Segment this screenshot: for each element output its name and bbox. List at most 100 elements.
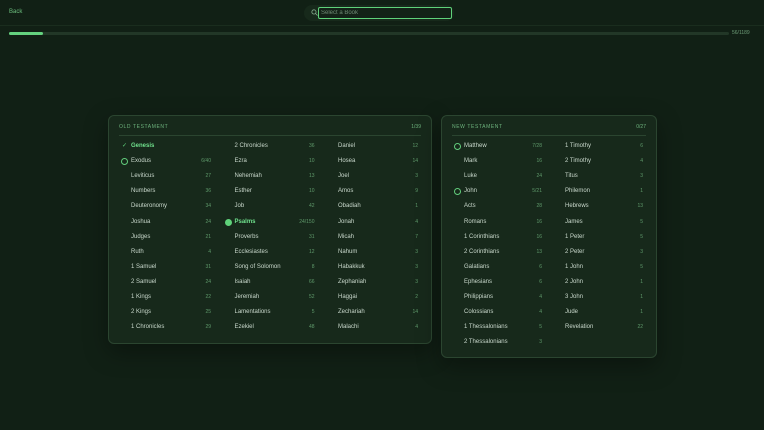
book-item-zechariah[interactable]: Zechariah 14 [328, 307, 418, 320]
chapter-count: 28 [536, 203, 542, 210]
book-name: Obadiah [338, 203, 361, 210]
chapter-count: 27 [205, 173, 211, 180]
book-item-lamentations[interactable]: Lamentations 5 [225, 307, 315, 320]
book-name: Ecclesiastes [234, 248, 268, 255]
book-item-matthew[interactable]: Matthew 7/28 [454, 141, 542, 154]
book-name: Colossians [464, 309, 494, 316]
book-item-1-thessalonians[interactable]: 1 Thessalonians 5 [454, 322, 542, 335]
book-item-2-chronicles[interactable]: 2 Chronicles 36 [225, 141, 315, 154]
chapter-count: 4 [539, 294, 542, 300]
book-item-revelation[interactable]: Revelation 22 [555, 322, 643, 335]
book-name: Malachi [338, 324, 359, 331]
book-name: Nahum [338, 248, 358, 255]
old-testament-panel: OLD TESTAMENT 1/39 ✓ Genesis Exodus 6/40 Lev… [108, 115, 432, 344]
back-button[interactable]: Back [9, 9, 22, 15]
book-item-nahum[interactable]: Nahum 3 [328, 247, 418, 260]
book-item-acts[interactable]: Acts 28 [454, 201, 542, 214]
book-item-john[interactable]: John 5/21 [454, 186, 542, 199]
check-icon: ✓ [121, 143, 128, 149]
book-item-numbers[interactable]: Numbers 36 [121, 186, 211, 199]
book-item-exodus[interactable]: Exodus 6/40 [121, 156, 211, 169]
book-item-judges[interactable]: Judges 21 [121, 232, 211, 245]
book-item-zephaniah[interactable]: Zephaniah 3 [328, 277, 418, 290]
chapter-count: 66 [308, 278, 315, 285]
book-item-philippians[interactable]: Philippians 4 [454, 292, 542, 305]
chapter-count: 13 [536, 248, 542, 255]
book-item-james[interactable]: James 5 [555, 217, 643, 230]
book-item-obadiah[interactable]: Obadiah 1 [328, 201, 418, 214]
book-item-jeremiah[interactable]: Jeremiah 52 [225, 292, 315, 305]
book-item-1-corinthians[interactable]: 1 Corinthians 16 [454, 232, 542, 245]
book-name: John [464, 188, 478, 195]
chapter-count: 22 [205, 294, 211, 300]
chapter-count: 1 [640, 309, 643, 316]
book-item-hebrews[interactable]: Hebrews 13 [555, 201, 643, 214]
book-name: 1 Peter [565, 233, 585, 240]
book-item-jonah[interactable]: Jonah 4 [328, 217, 418, 230]
book-item-luke[interactable]: Luke 24 [454, 171, 542, 184]
book-item-micah[interactable]: Micah 7 [328, 232, 418, 245]
book-name: Mark [464, 158, 478, 165]
book-name: Luke [464, 173, 478, 180]
book-item-1-samuel[interactable]: 1 Samuel 31 [121, 262, 211, 275]
chapter-count: 1 [640, 294, 643, 300]
chapter-count: 5 [640, 233, 643, 240]
book-item-1-chronicles[interactable]: 1 Chronicles 29 [121, 322, 211, 335]
book-item-amos[interactable]: Amos 9 [328, 186, 418, 199]
book-item-ruth[interactable]: Ruth 4 [121, 247, 211, 260]
book-item-2-corinthians[interactable]: 2 Corinthians 13 [454, 247, 542, 260]
book-item-3-john[interactable]: 3 John 1 [555, 292, 643, 305]
book-item-ezekiel[interactable]: Ezekiel 48 [225, 322, 315, 335]
book-name: Joel [338, 173, 350, 180]
book-item-ezra[interactable]: Ezra 10 [225, 156, 315, 169]
book-item-colossians[interactable]: Colossians 4 [454, 307, 542, 320]
book-item-2-john[interactable]: 2 John 1 [555, 277, 643, 290]
chapter-count: 8 [311, 263, 315, 270]
chapter-count: 2 [415, 294, 418, 300]
book-item-1-peter[interactable]: 1 Peter 5 [555, 232, 643, 245]
book-item-psalms[interactable]: Psalms 24/150 [224, 217, 315, 230]
book-item-1-timothy[interactable]: 1 Timothy 6 [555, 141, 643, 154]
book-item-genesis[interactable]: ✓ Genesis [121, 141, 211, 154]
book-item-isaiah[interactable]: Isaiah 66 [225, 277, 315, 290]
book-item-habakkuk[interactable]: Habakkuk 3 [328, 262, 418, 275]
book-item-leviticus[interactable]: Leviticus 27 [121, 171, 211, 184]
book-name: Daniel [338, 143, 356, 149]
chapter-count: 12 [412, 143, 418, 149]
book-item-ephesians[interactable]: Ephesians 6 [454, 277, 542, 290]
book-item-haggai[interactable]: Haggai 2 [328, 292, 418, 305]
book-item-2-timothy[interactable]: 2 Timothy 4 [555, 156, 643, 169]
book-item-proverbs[interactable]: Proverbs 31 [225, 232, 315, 245]
book-item-joel[interactable]: Joel 3 [328, 171, 418, 184]
book-item-joshua[interactable]: Joshua 24 [121, 217, 211, 230]
book-item-2-peter[interactable]: 2 Peter 3 [555, 247, 643, 260]
book-name: Revelation [565, 324, 594, 331]
book-item-2-kings[interactable]: 2 Kings 25 [121, 307, 211, 320]
book-item-2-samuel[interactable]: 2 Samuel 24 [121, 277, 211, 290]
search-input[interactable] [318, 7, 452, 19]
book-item-song-of-solomon[interactable]: Song of Solomon 8 [225, 262, 315, 275]
book-item-2-thessalonians[interactable]: 2 Thessalonians 3 [454, 337, 542, 350]
chapter-count: 24 [205, 278, 211, 285]
book-item-philemon[interactable]: Philemon 1 [555, 186, 643, 199]
book-item-hosea[interactable]: Hosea 14 [328, 156, 418, 169]
book-item-esther[interactable]: Esther 10 [225, 186, 315, 199]
book-item-1-kings[interactable]: 1 Kings 22 [121, 292, 211, 305]
book-name: 2 John [565, 278, 584, 285]
book-item-1-john[interactable]: 1 John 5 [555, 262, 643, 275]
book-item-jude[interactable]: Jude 1 [555, 307, 643, 320]
chapter-count: 4 [539, 309, 542, 316]
book-name: 1 Kings [131, 294, 152, 300]
book-item-romans[interactable]: Romans 16 [454, 217, 542, 230]
book-item-job[interactable]: Job 42 [225, 201, 315, 214]
book-name: Haggai [338, 294, 358, 300]
book-item-nehemiah[interactable]: Nehemiah 13 [225, 171, 315, 184]
book-item-deuteronomy[interactable]: Deuteronomy 34 [121, 201, 211, 214]
book-item-mark[interactable]: Mark 16 [454, 156, 542, 169]
book-item-daniel[interactable]: Daniel 12 [328, 141, 418, 154]
book-item-ecclesiastes[interactable]: Ecclesiastes 12 [225, 247, 315, 260]
book-item-malachi[interactable]: Malachi 4 [328, 322, 418, 335]
book-name: Genesis [131, 143, 155, 149]
book-item-galatians[interactable]: Galatians 6 [454, 262, 542, 275]
book-item-titus[interactable]: Titus 3 [555, 171, 643, 184]
